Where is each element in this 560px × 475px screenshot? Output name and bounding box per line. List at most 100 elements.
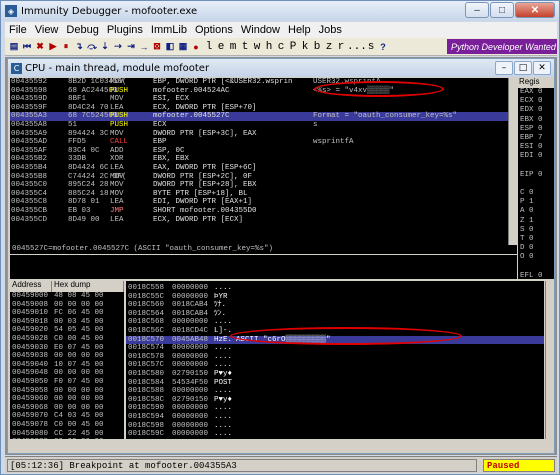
stack-row[interactable]: 0018C568 00000000.... bbox=[126, 318, 544, 327]
register-row[interactable]: C 0 bbox=[518, 189, 554, 198]
disassembly-scrollbar[interactable] bbox=[508, 78, 517, 245]
stack-row[interactable]: 0018C58C 02790150 P♥y♦ bbox=[126, 396, 544, 405]
register-row[interactable]: EDI 0 bbox=[518, 152, 554, 161]
dump-row[interactable]: 00459018 00 03 45 00 bbox=[10, 318, 124, 327]
dump-row[interactable]: 00459060 00 00 00 00 bbox=[10, 395, 124, 404]
toolbar-memory[interactable]: m bbox=[227, 41, 239, 53]
register-row[interactable]: EDX 0 bbox=[518, 106, 554, 115]
toolbar-callstack[interactable]: k bbox=[299, 41, 311, 53]
stack-row[interactable]: 0018C55C 00000000 ÞYR bbox=[126, 293, 544, 302]
menu-help[interactable]: Help bbox=[284, 24, 315, 36]
dump-row[interactable]: 00459028 C0 00 45 00 bbox=[10, 335, 124, 344]
register-row[interactable]: EBP 7 bbox=[518, 134, 554, 143]
register-row[interactable]: ESP 0 bbox=[518, 125, 554, 134]
cpu-title-bar[interactable]: C CPU - main thread, module mofooter – □… bbox=[8, 59, 554, 77]
cpu-minimize-button[interactable]: – bbox=[495, 61, 513, 75]
dump-header-address[interactable]: Address bbox=[10, 281, 52, 292]
menu-file[interactable]: File bbox=[5, 24, 31, 36]
menu-jobs[interactable]: Jobs bbox=[315, 24, 346, 36]
stack-scrollbar[interactable] bbox=[545, 281, 554, 439]
disasm-row[interactable]: 004355A3 68 7C524500 PUSH mofooter.0045527C… bbox=[10, 112, 517, 121]
toolbar-breakpoints[interactable]: b bbox=[311, 41, 323, 53]
dump-row[interactable]: 00459000 48 08 45 00 bbox=[10, 292, 124, 301]
dump-row[interactable]: 00459050 F0 07 45 00 bbox=[10, 378, 124, 387]
register-row[interactable]: EBX 0 bbox=[518, 116, 554, 125]
dump-header-hex[interactable]: Hex dump bbox=[52, 281, 124, 292]
stack-row[interactable]: 0018C57C 00000000.... bbox=[126, 361, 544, 370]
stack-row[interactable]: 0018C594 00000000.... bbox=[126, 413, 544, 422]
title-bar[interactable]: ◈ Immunity Debugger - mofooter.exe – □ ✕ bbox=[1, 1, 559, 21]
stack-row[interactable]: 0018C584 54534F50 POST bbox=[126, 379, 544, 388]
cpu-maximize-button[interactable]: □ bbox=[514, 61, 532, 75]
python-commands-icon[interactable]: ◧ bbox=[164, 40, 176, 54]
registers-pane[interactable]: Regis EAX 0 ECX 0 EDX 0 EBX 0 ESP 0 EBP 7 ESI … bbox=[518, 78, 554, 279]
register-row[interactable]: T 0 bbox=[518, 235, 554, 244]
stack-pane[interactable]: 0018C558 00000000.... 0018C55C 00000000 ÞYR 0… bbox=[126, 281, 544, 439]
close-process-icon[interactable]: ✖ bbox=[34, 40, 46, 54]
disassembly-pane[interactable]: 00435592 8B2D 1C03450(MOV EBP, DWORD PTR [… bbox=[10, 78, 517, 245]
dump-row[interactable]: 00459078 C0 00 45 00 bbox=[10, 421, 124, 430]
dump-row[interactable]: 00459038 00 00 00 00 bbox=[10, 352, 124, 361]
dump-row[interactable]: 00459058 00 00 00 00 bbox=[10, 387, 124, 396]
stack-row[interactable]: 0018C578 00000000.... bbox=[126, 353, 544, 362]
restart-icon[interactable]: ⏮ bbox=[21, 40, 33, 54]
help-icon[interactable]: ? bbox=[377, 40, 389, 54]
script-icon[interactable]: ● bbox=[190, 40, 202, 54]
stack-row[interactable]: 0018C59C 00000000.... bbox=[126, 430, 544, 439]
step-into-icon[interactable]: ↴ bbox=[73, 40, 85, 54]
maximize-button[interactable]: □ bbox=[490, 2, 514, 18]
disasm-row[interactable]: 0043559F 8D4C24 70 LEA ECX, DWORD PTR [ESP+… bbox=[10, 104, 517, 113]
disasm-row[interactable]: 004355C4 885C24 18 MOV BYTE PTR [ESP+18], B… bbox=[10, 190, 517, 199]
stack-row[interactable]: 0018C560 0018CAB4 ﾂﾅ. bbox=[126, 301, 544, 310]
dump-row[interactable]: 00459020 54 05 45 00 bbox=[10, 326, 124, 335]
register-row[interactable]: Z 1 bbox=[518, 217, 554, 226]
run-icon[interactable]: ▶ bbox=[47, 40, 59, 54]
disasm-row[interactable]: 004355A8 51 PUSH ECX s bbox=[10, 121, 517, 130]
toolbar-executables[interactable]: e bbox=[215, 41, 227, 53]
menu-view[interactable]: View bbox=[31, 24, 63, 36]
dump-row[interactable]: 00459088 00 00 00 00 bbox=[10, 438, 124, 439]
register-row[interactable]: A 0 bbox=[518, 207, 554, 216]
menu-window[interactable]: Window bbox=[237, 24, 284, 36]
cpu-close-button[interactable]: ✕ bbox=[533, 61, 551, 75]
toolbar-handles[interactable]: h bbox=[263, 41, 275, 53]
disasm-row[interactable]: 004355AF 83C4 0C ADD ESP, 0C bbox=[10, 147, 517, 156]
toolbar-run-trace[interactable]: ... bbox=[347, 41, 367, 53]
command-icon[interactable]: ▦ bbox=[177, 40, 189, 54]
disasm-row[interactable]: 0043559D 8BF1 MOV ESI, ECX bbox=[10, 95, 517, 104]
menu-plugins[interactable]: Plugins bbox=[103, 24, 147, 36]
dump-row[interactable]: 00459070 C4 03 45 00 bbox=[10, 412, 124, 421]
disasm-row[interactable]: 004355CB EB 03 JMP SHORT mofooter.004355D0 bbox=[10, 207, 517, 216]
dump-row[interactable]: 00459030 E0 07 45 00 bbox=[10, 344, 124, 353]
menu-immlib[interactable]: ImmLib bbox=[147, 24, 191, 36]
stack-row[interactable]: 0018C564 0018CAB4 ﾂﾝ. bbox=[126, 310, 544, 319]
disasm-row[interactable]: 004355CD 8D49 00 LEA ECX, DWORD PTR [ECX] bbox=[10, 216, 517, 225]
register-row[interactable]: EFL 0 bbox=[518, 272, 554, 279]
disasm-row[interactable]: 004355A9 894424 3C MOV DWORD PTR [ESP+3C], … bbox=[10, 130, 517, 139]
register-row[interactable] bbox=[518, 180, 554, 189]
toolbar-hw-breakpoints[interactable]: z bbox=[323, 41, 335, 53]
stack-row[interactable]: 0018C590 00000000.... bbox=[126, 404, 544, 413]
toolbar-references[interactable]: r bbox=[335, 41, 347, 53]
register-row[interactable]: EIP 0 bbox=[518, 171, 554, 180]
dump-row[interactable]: 00459080 CC 22 45 00 bbox=[10, 430, 124, 439]
execute-till-return-icon[interactable]: ⇥ bbox=[125, 40, 137, 54]
dump-row[interactable]: 00459040 10 07 45 00 bbox=[10, 361, 124, 370]
register-row[interactable]: ESI 0 bbox=[518, 143, 554, 152]
register-row[interactable] bbox=[518, 162, 554, 171]
stack-row[interactable]: 0018C558 00000000.... bbox=[126, 284, 544, 293]
disasm-row[interactable]: 00435592 8B2D 1C03450(MOV EBP, DWORD PTR [… bbox=[10, 78, 517, 87]
register-row[interactable]: S 0 bbox=[518, 226, 554, 235]
toolbar-threads[interactable]: t bbox=[239, 41, 251, 53]
go-to-icon[interactable]: → bbox=[138, 40, 150, 54]
open-icon[interactable]: ▤ bbox=[8, 40, 20, 54]
dump-row[interactable]: 00459048 00 00 00 00 bbox=[10, 369, 124, 378]
disasm-row[interactable]: 004355AD FFD5 CALL EBP wsprintfA bbox=[10, 138, 517, 147]
dump-pane[interactable]: Address Hex dump 00459000 48 08 45 00 0045… bbox=[10, 281, 124, 439]
minimize-button[interactable]: – bbox=[465, 2, 489, 18]
close-button[interactable]: ✕ bbox=[515, 2, 555, 18]
register-row[interactable]: EAX 0 bbox=[518, 88, 554, 97]
toolbar-source[interactable]: s bbox=[365, 41, 377, 53]
disasm-row[interactable]: 004355B8 C74424 2C 0F(MOV DWORD PTR [ESP+2… bbox=[10, 173, 517, 182]
python-shell-icon[interactable]: ⊠ bbox=[151, 40, 163, 54]
